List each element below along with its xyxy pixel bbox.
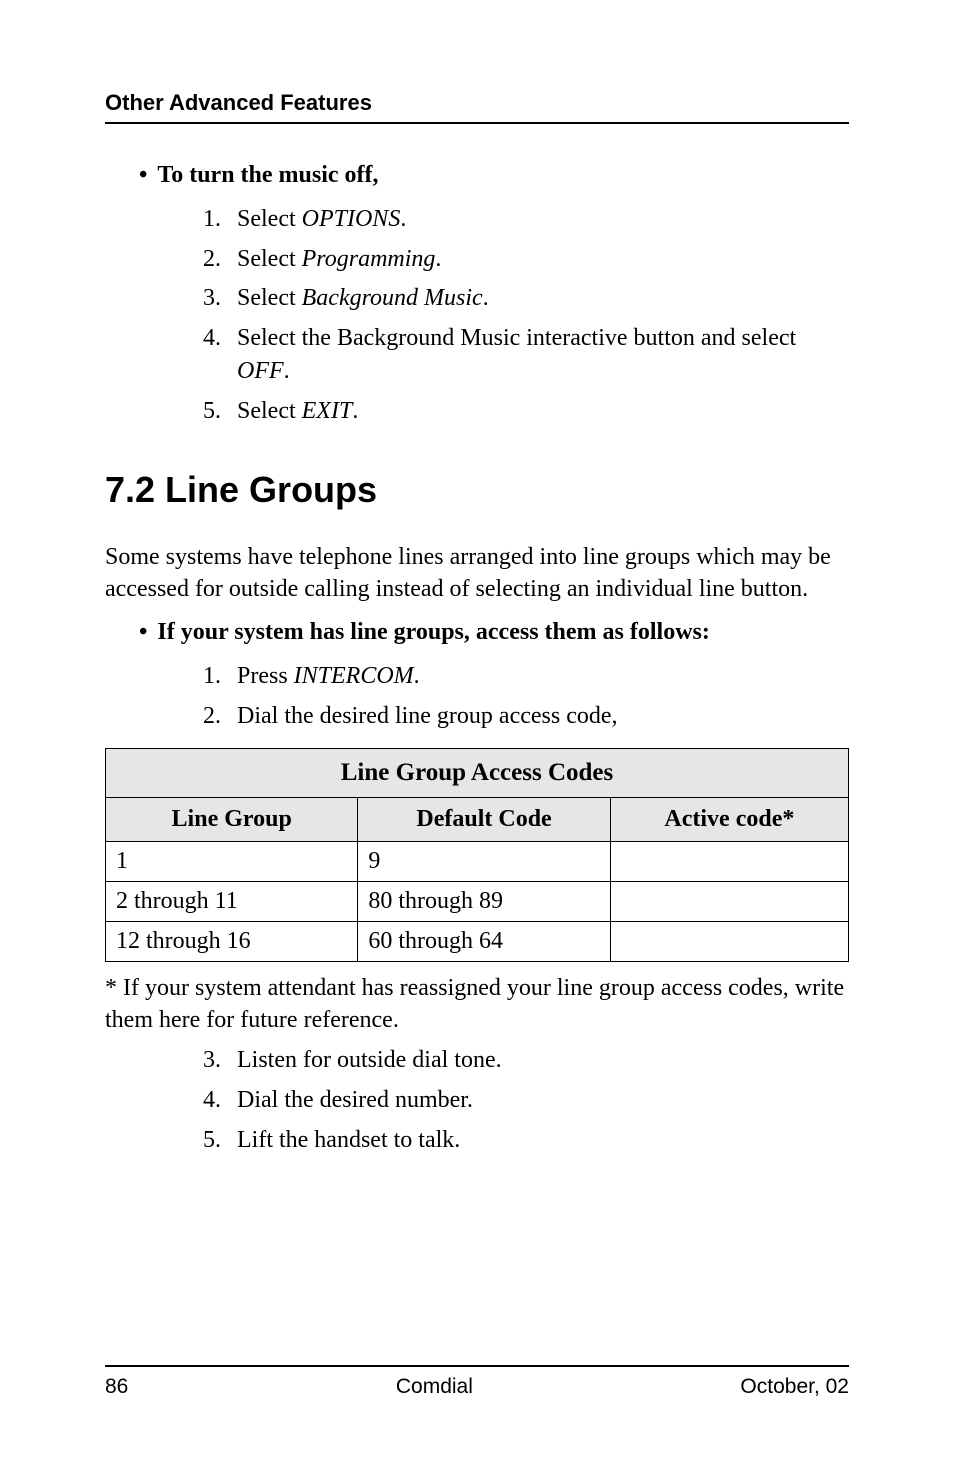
- item-number: 3.: [203, 282, 237, 316]
- table-row: 2 through 11 80 through 89: [106, 881, 849, 921]
- bullet-block-2: • If your system has line groups, access…: [139, 619, 849, 733]
- footer-line: 86 Comdial October, 02: [105, 1375, 849, 1399]
- access-codes-table: Line Group Access Codes Line Group Defau…: [105, 748, 849, 962]
- item-number: 2.: [203, 243, 237, 277]
- bullet-text: To turn the music off,: [157, 162, 378, 189]
- cell: 60 through 64: [358, 921, 610, 961]
- bullet-block-2b: 3.Listen for outside dial tone. 4.Dial t…: [139, 1044, 849, 1157]
- cell: 80 through 89: [358, 881, 610, 921]
- item-text: Dial the desired line group access code,: [237, 700, 849, 734]
- cell: [610, 881, 848, 921]
- item-text: Dial the desired number.: [237, 1084, 849, 1118]
- cell: 9: [358, 841, 610, 881]
- item-text: Select the Background Music interactive …: [237, 322, 849, 389]
- item-text: Press INTERCOM.: [237, 660, 849, 694]
- bullet-heading-1: • To turn the music off,: [139, 162, 849, 189]
- page-body: Other Advanced Features • To turn the mu…: [0, 0, 954, 1157]
- header-rule: [105, 122, 849, 124]
- item-text: Select OPTIONS.: [237, 203, 849, 237]
- page-footer: 86 Comdial October, 02: [105, 1365, 849, 1399]
- item-number: 1.: [203, 660, 237, 694]
- footer-date: October, 02: [740, 1375, 849, 1399]
- list-item: 4.Select the Background Music interactiv…: [203, 322, 849, 389]
- table-title-row: Line Group Access Codes: [106, 748, 849, 797]
- cell: [610, 841, 848, 881]
- footer-center: Comdial: [396, 1375, 473, 1399]
- list-item: 5.Lift the handset to talk.: [203, 1124, 849, 1158]
- item-number: 3.: [203, 1044, 237, 1078]
- item-number: 4.: [203, 322, 237, 389]
- list-item: 2.Select Programming.: [203, 243, 849, 277]
- table-title: Line Group Access Codes: [106, 748, 849, 797]
- section-heading: 7.2 Line Groups: [105, 469, 849, 511]
- numbered-list-2a: 1.Press INTERCOM. 2.Dial the desired lin…: [203, 660, 849, 733]
- col-header: Default Code: [358, 797, 610, 841]
- item-number: 1.: [203, 203, 237, 237]
- cell: 12 through 16: [106, 921, 358, 961]
- list-item: 5.Select EXIT.: [203, 395, 849, 429]
- table-row: 12 through 16 60 through 64: [106, 921, 849, 961]
- item-text: Select Programming.: [237, 243, 849, 277]
- table-footnote: * If your system attendant has reassigne…: [105, 972, 849, 1037]
- bullet-icon: •: [139, 163, 147, 187]
- item-number: 5.: [203, 395, 237, 429]
- cell: 2 through 11: [106, 881, 358, 921]
- col-header: Active code*: [610, 797, 848, 841]
- item-number: 5.: [203, 1124, 237, 1158]
- bullet-heading-2: • If your system has line groups, access…: [139, 619, 849, 646]
- list-item: 1.Press INTERCOM.: [203, 660, 849, 694]
- col-header: Line Group: [106, 797, 358, 841]
- list-item: 4.Dial the desired number.: [203, 1084, 849, 1118]
- item-text: Select EXIT.: [237, 395, 849, 429]
- item-text: Select Background Music.: [237, 282, 849, 316]
- list-item: 2.Dial the desired line group access cod…: [203, 700, 849, 734]
- numbered-list-2b: 3.Listen for outside dial tone. 4.Dial t…: [203, 1044, 849, 1157]
- cell: [610, 921, 848, 961]
- cell: 1: [106, 841, 358, 881]
- bullet-icon: •: [139, 620, 147, 644]
- item-text: Listen for outside dial tone.: [237, 1044, 849, 1078]
- list-item: 3.Listen for outside dial tone.: [203, 1044, 849, 1078]
- page-number: 86: [105, 1375, 128, 1399]
- list-item: 3.Select Background Music.: [203, 282, 849, 316]
- bullet-text: If your system has line groups, access t…: [157, 619, 709, 646]
- table-header-row: Line Group Default Code Active code*: [106, 797, 849, 841]
- numbered-list-1: 1.Select OPTIONS. 2.Select Programming. …: [203, 203, 849, 429]
- footer-rule: [105, 1365, 849, 1367]
- list-item: 1.Select OPTIONS.: [203, 203, 849, 237]
- item-text: Lift the handset to talk.: [237, 1124, 849, 1158]
- table-row: 1 9: [106, 841, 849, 881]
- running-header: Other Advanced Features: [105, 90, 849, 116]
- item-number: 2.: [203, 700, 237, 734]
- item-number: 4.: [203, 1084, 237, 1118]
- intro-paragraph: Some systems have telephone lines arrang…: [105, 541, 849, 606]
- bullet-block-1: • To turn the music off, 1.Select OPTION…: [139, 162, 849, 429]
